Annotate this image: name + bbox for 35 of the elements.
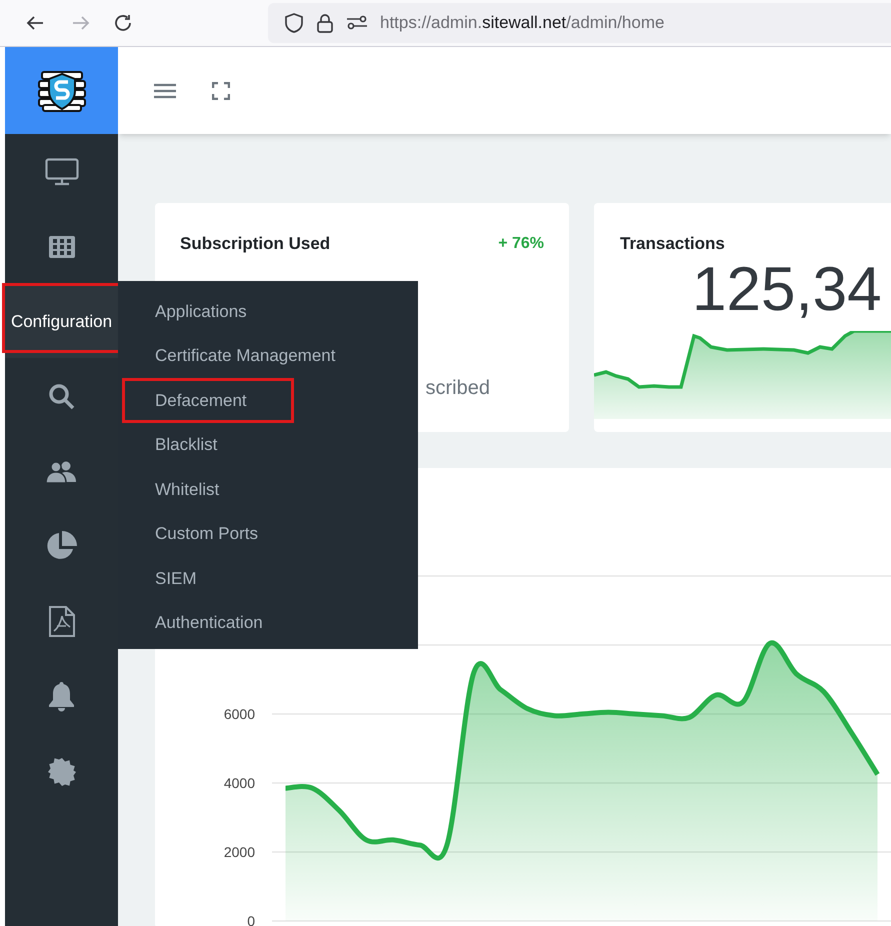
submenu-link[interactable]: Applications [118,289,247,334]
badge-icon[interactable] [48,758,76,786]
menu-icon[interactable] [154,82,176,98]
shield-icon[interactable] [284,12,304,34]
transactions-value: 125,34 [692,254,882,324]
search-icon[interactable] [48,383,75,410]
monitor-icon[interactable] [44,158,78,186]
axis-label: 4000 [224,775,255,791]
card-caption: scribed [426,376,490,398]
pdf-file-icon[interactable] [48,606,76,637]
shield-logo-icon [36,70,86,112]
address-bar[interactable]: https://admin.sitewall.net/admin/home [268,3,891,43]
axis-label: 0 [247,913,255,926]
fullscreen-icon[interactable] [212,82,230,100]
pie-chart-icon[interactable] [46,531,77,562]
card-title: Subscription Used [180,233,330,255]
submenu-link[interactable]: Blacklist [118,422,218,467]
lock-icon[interactable] [316,12,334,34]
submenu-link[interactable]: Certificate Management [118,334,336,378]
grid-icon[interactable] [48,236,74,258]
axis-label: 6000 [224,706,255,722]
axis-label: 2000 [224,844,255,860]
bell-icon[interactable] [47,681,76,712]
submenu-link[interactable]: Defacement [122,378,294,422]
reload-icon [112,12,134,34]
change-percentage: + 76% [498,234,544,254]
sliders-icon[interactable] [346,15,368,31]
card-title: Transactions [619,233,726,255]
sidebar-menu-item[interactable]: Configuration [5,285,118,358]
submenu-link[interactable]: Authentication [118,600,263,645]
submenu-link[interactable]: Whitelist [118,467,220,512]
submenu-link[interactable]: SIEM [118,556,197,600]
users-icon[interactable] [46,460,77,482]
submenu-link[interactable]: Custom Ports [118,512,258,556]
url-text[interactable]: https://admin.sitewall.net/admin/home [380,10,664,36]
